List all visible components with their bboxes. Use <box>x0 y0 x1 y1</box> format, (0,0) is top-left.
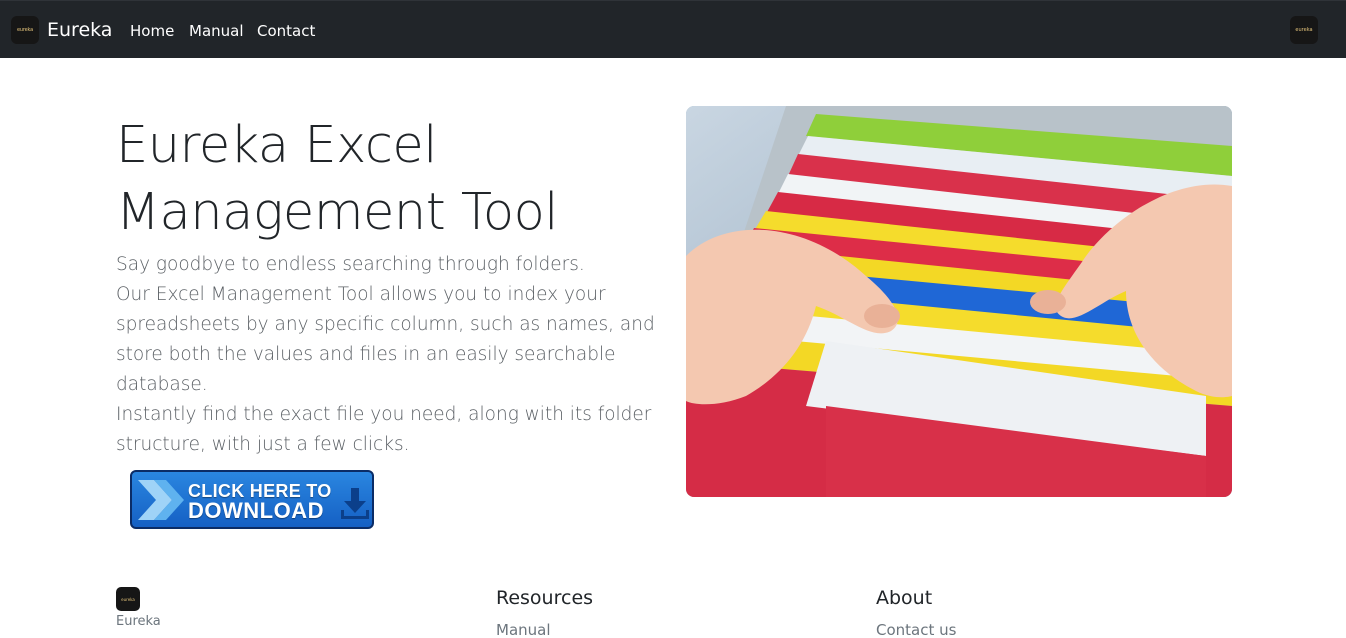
brand-name[interactable]: Eureka <box>47 19 112 41</box>
hero-paragraph: Say goodbye to endless searching through… <box>116 254 585 275</box>
nav-link-manual[interactable]: Manual <box>189 22 244 40</box>
hero-paragraph: Our Excel Management Tool allows you to … <box>116 284 655 395</box>
nav-link-home[interactable]: Home <box>130 22 174 40</box>
download-button[interactable]: CLICK HERE TO DOWNLOAD <box>130 470 374 529</box>
brand-logo-text: eureka <box>17 27 33 33</box>
download-label-line2: DOWNLOAD <box>188 498 324 523</box>
file-folders-illustration <box>686 106 1232 497</box>
hero-paragraph: Instantly find the exact file you need, … <box>116 404 652 455</box>
top-navbar: eureka Eureka Home Manual Contact eureka <box>0 0 1346 58</box>
footer-heading-resources: Resources <box>496 587 594 609</box>
nav-link-contact[interactable]: Contact <box>257 22 315 40</box>
hero-image-file-folders <box>686 106 1232 497</box>
footer-heading-about: About <box>876 587 933 609</box>
footer-logo-text: eureka <box>121 596 135 602</box>
download-icon <box>341 488 369 519</box>
user-avatar[interactable]: eureka <box>1290 16 1318 44</box>
footer-link-contact-us[interactable]: Contact us <box>876 621 956 638</box>
footer-link-manual[interactable]: Manual <box>496 621 551 638</box>
page-title: Eureka Excel Management Tool <box>116 116 558 242</box>
footer-logo: eureka <box>116 587 140 611</box>
hero-description: Say goodbye to endless searching through… <box>116 250 656 460</box>
chevron-right-icon <box>138 480 184 520</box>
footer-brand: Eureka <box>116 614 161 629</box>
avatar-logo-text: eureka <box>1295 27 1313 33</box>
brand-logo[interactable]: eureka <box>11 16 39 44</box>
